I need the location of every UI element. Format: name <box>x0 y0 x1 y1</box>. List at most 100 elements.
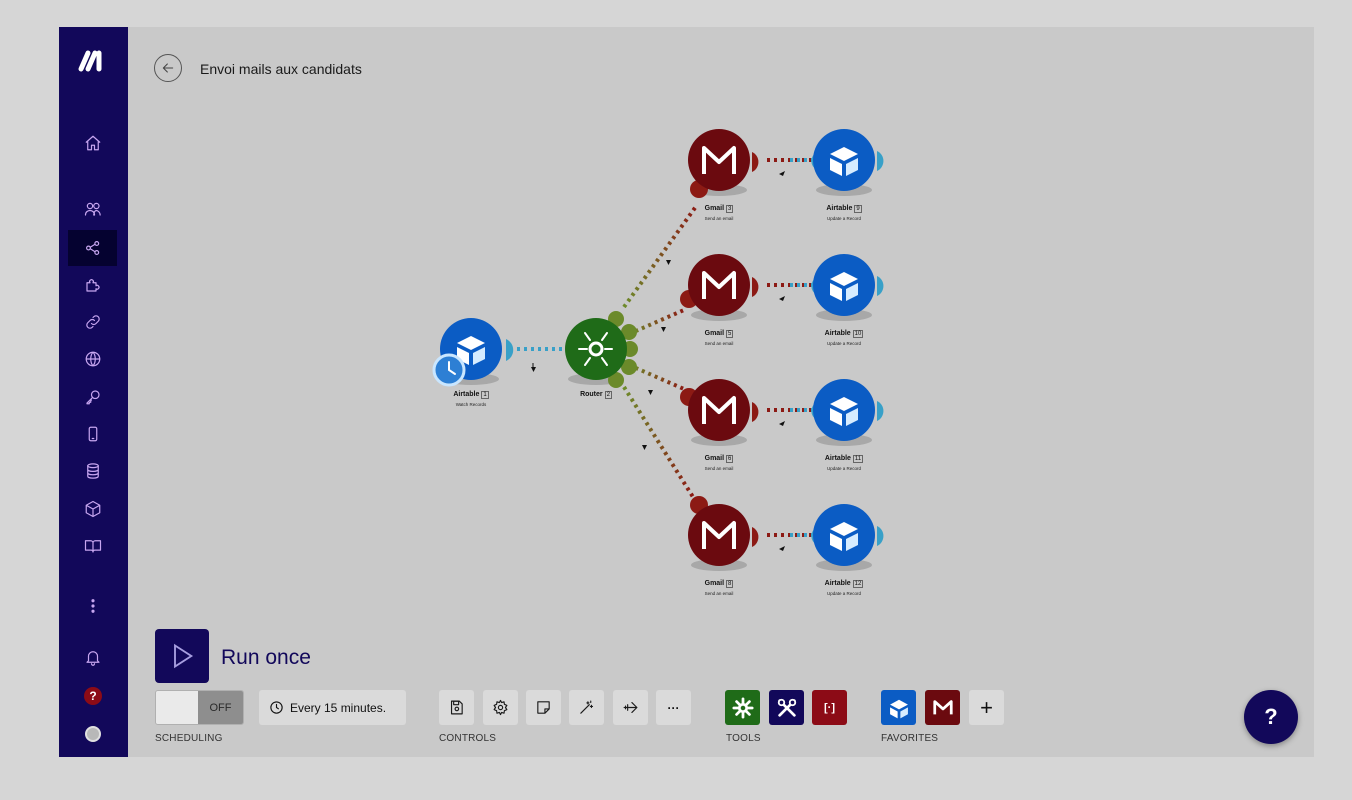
sidebar-item-how-it-works[interactable] <box>76 531 110 561</box>
help-icon: ? <box>84 687 102 705</box>
save-icon <box>450 700 463 715</box>
avatar <box>85 726 101 742</box>
flow-control-button[interactable] <box>725 690 760 725</box>
help-icon: ? <box>1264 704 1278 729</box>
module-action: Send an email <box>704 466 734 471</box>
share-icon <box>85 241 99 255</box>
connector-router-gmail-4[interactable] <box>622 385 695 499</box>
connector-gmail-airtable-2[interactable] <box>767 283 814 301</box>
connector-gmail-airtable-3[interactable] <box>767 408 814 426</box>
more-controls-button[interactable]: ··· <box>656 690 691 725</box>
module-label: Gmail 3 <box>704 205 734 213</box>
connector-router-gmail-3[interactable] <box>628 363 685 395</box>
help-chat-button[interactable]: ? <box>1244 690 1298 744</box>
text-parser-button[interactable]: [·] <box>812 690 847 725</box>
schedule-interval: Every 15 minutes. <box>290 700 387 715</box>
scheduling-label: SCHEDULING <box>155 733 223 744</box>
module-label: Gmail 6 <box>704 455 734 463</box>
back-button[interactable] <box>154 54 182 82</box>
sidebar-item-notifications[interactable] <box>76 642 110 672</box>
brackets-icon: [·] <box>824 701 835 714</box>
notes-button[interactable] <box>526 690 561 725</box>
sidebar: ? <box>59 27 128 757</box>
scenario-title[interactable]: Envoi mails aux candidats <box>200 61 362 77</box>
tools-button[interactable] <box>769 690 804 725</box>
module-action: Update a Record <box>826 216 862 221</box>
sidebar-item-data-stores[interactable] <box>76 456 110 486</box>
globe-icon <box>85 351 101 367</box>
module-action: Send an email <box>704 216 734 221</box>
module-trigger-airtable[interactable] <box>432 318 514 387</box>
gear-icon <box>731 696 754 719</box>
controls-label: CONTROLS <box>439 733 497 744</box>
favorite-gmail-button[interactable] <box>925 690 960 725</box>
sidebar-item-templates[interactable] <box>76 270 110 300</box>
module-label: Router 2 <box>580 391 612 399</box>
airtable-icon <box>889 699 908 718</box>
module-router[interactable] <box>565 311 638 388</box>
sidebar-item-connections[interactable] <box>76 307 110 337</box>
clock-icon <box>432 353 466 387</box>
sidebar-item-more[interactable] <box>76 591 110 621</box>
run-once-button[interactable] <box>155 629 209 683</box>
module-badge: 1 <box>481 391 489 399</box>
module-label: Airtable 1 <box>453 391 489 399</box>
module-label: Gmail 5 <box>704 330 734 338</box>
module-label: Gmail 8 <box>704 580 734 588</box>
make-logo[interactable] <box>77 47 111 73</box>
settings-button[interactable] <box>483 690 518 725</box>
play-icon <box>174 643 194 669</box>
sidebar-item-team[interactable] <box>76 194 110 224</box>
module-label: Airtable 10 <box>824 330 864 338</box>
sidebar-item-devices[interactable] <box>76 419 110 449</box>
module-gmail-3[interactable] <box>680 379 759 446</box>
clock-icon <box>270 701 283 714</box>
gmail-icon <box>932 699 953 714</box>
sidebar-item-help[interactable]: ? <box>76 681 110 711</box>
module-badge: 5 <box>726 330 734 338</box>
more-vertical-icon <box>91 599 95 613</box>
add-favorite-button[interactable]: + <box>969 690 1004 725</box>
module-action: Send an email <box>704 341 734 346</box>
module-airtable-4[interactable] <box>811 504 884 571</box>
connector-gmail-airtable-4[interactable] <box>767 533 814 551</box>
sidebar-item-webhooks[interactable] <box>76 344 110 374</box>
module-badge: 9 <box>854 205 862 213</box>
module-badge: 11 <box>852 455 864 463</box>
phone-icon <box>88 426 98 442</box>
module-badge: 2 <box>604 391 612 399</box>
module-label: Airtable 11 <box>824 455 864 463</box>
connector-trigger-router[interactable] <box>517 347 564 372</box>
save-button[interactable] <box>439 690 474 725</box>
scheduling-toggle[interactable]: OFF <box>155 690 244 725</box>
users-icon <box>84 202 101 216</box>
connector-gmail-airtable-1[interactable] <box>767 158 814 176</box>
wrench-icon <box>777 698 796 717</box>
sidebar-item-profile[interactable] <box>76 719 110 749</box>
run-once-label[interactable]: Run once <box>221 646 311 670</box>
schedule-interval-button[interactable]: Every 15 minutes. <box>259 690 406 725</box>
book-icon <box>84 540 102 553</box>
module-gmail-1[interactable] <box>688 129 759 198</box>
favorite-airtable-button[interactable] <box>881 690 916 725</box>
module-airtable-3[interactable] <box>811 379 884 446</box>
module-gmail-4[interactable] <box>688 496 759 571</box>
sidebar-item-home[interactable] <box>76 128 110 158</box>
note-icon <box>537 701 550 714</box>
connector-router-gmail-2[interactable] <box>628 308 685 336</box>
module-badge: 10 <box>852 330 864 338</box>
sidebar-item-scenarios[interactable] <box>68 230 117 266</box>
module-label: Airtable 12 <box>824 580 864 588</box>
favorites-label: FAVORITES <box>881 733 939 744</box>
explain-flow-button[interactable] <box>613 690 648 725</box>
auto-align-button[interactable] <box>569 690 604 725</box>
home-icon <box>85 135 101 151</box>
database-icon <box>87 463 99 479</box>
module-airtable-2[interactable] <box>811 254 884 321</box>
module-airtable-1[interactable] <box>811 129 884 196</box>
sidebar-item-keys[interactable] <box>76 382 110 412</box>
module-badge: 3 <box>726 205 734 213</box>
module-gmail-2[interactable] <box>680 254 759 321</box>
sidebar-item-data-structures[interactable] <box>76 494 110 524</box>
module-action: Update a Record <box>826 466 862 471</box>
